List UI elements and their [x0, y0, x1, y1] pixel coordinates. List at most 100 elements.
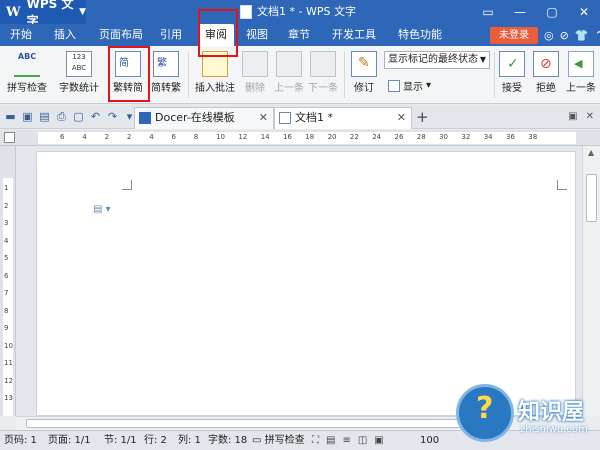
tab-page-layout[interactable]: 页面布局: [92, 24, 150, 46]
ruler-number: 34: [483, 133, 493, 141]
document-tab-bar: ▬ ▣ ▤ ⎙ ▢ ↶ ↷ ▾ Docer-在线模板 ✕ 文档1 * ✕ + ▣…: [0, 105, 600, 129]
close-icon[interactable]: ✕: [397, 108, 406, 128]
chevron-down-icon: ▼: [479, 55, 486, 64]
ribbon-divider: [344, 52, 345, 98]
settings-icon[interactable]: ⊘: [560, 29, 569, 42]
export-pdf-icon[interactable]: ▤: [38, 110, 51, 123]
close-button[interactable]: ✕: [568, 0, 600, 24]
vertical-ruler-number: 13: [4, 394, 13, 402]
watermark-title: 知识屋: [518, 400, 585, 425]
ruler-number: 4: [149, 133, 154, 141]
redo-icon[interactable]: ↷: [106, 110, 119, 123]
save-icon[interactable]: ▣: [21, 110, 34, 123]
status-spellcheck[interactable]: ▭ 拼写检查: [252, 431, 305, 450]
login-button[interactable]: 未登录: [490, 27, 538, 44]
status-word-count[interactable]: 字数: 18: [208, 431, 247, 450]
spellcheck-icon: ABC: [14, 51, 40, 77]
skin-icon[interactable]: 👕: [575, 29, 589, 42]
ruler-number: 26: [394, 133, 404, 141]
ribbon-review: ABC 拼写检查 123 ABC 字数统计 简 繁转简 繁 简转繁 插入批注 删…: [0, 46, 600, 104]
previous-comment-button[interactable]: 上一条: [272, 48, 306, 102]
show-button[interactable]: 显示 ▾: [388, 78, 431, 93]
delete-comment-button[interactable]: 删除: [238, 48, 272, 102]
app-menu-button[interactable]: W WPS 文字 ▼: [0, 0, 86, 28]
status-page-code: 页码: 1: [4, 435, 37, 446]
delete-label: 删除: [245, 83, 265, 94]
menu-icons: ◎ ⊘ 👕 ⌃: [544, 24, 600, 46]
paragraph-layout-icon[interactable]: ▤ ▾: [93, 204, 111, 215]
tab-view[interactable]: 视图: [242, 24, 272, 46]
window-title: 文档1 * - WPS 文字: [240, 0, 356, 24]
tab-document1[interactable]: 文档1 * ✕: [274, 107, 412, 129]
tab-stop-selector-icon[interactable]: [4, 132, 15, 143]
tab-references[interactable]: 引用: [156, 24, 186, 46]
vertical-scroll-thumb[interactable]: [586, 174, 597, 222]
print-preview-icon[interactable]: ▢: [72, 110, 85, 123]
help-icon[interactable]: ◎: [544, 29, 554, 42]
spellcheck-toggle-icon: ▭: [252, 435, 262, 446]
track-changes-button[interactable]: 修订: [348, 48, 380, 102]
next-label: 下一条: [308, 83, 338, 94]
simplified-to-traditional-label: 简转繁: [151, 83, 181, 94]
vertical-ruler-number: 6: [4, 271, 9, 280]
document-page[interactable]: ▤ ▾: [36, 151, 576, 416]
reject-icon: [533, 51, 559, 77]
vertical-scrollbar[interactable]: ▲: [582, 146, 600, 416]
horizontal-ruler[interactable]: 6 4 2 2 4 6 8 10 12 14 16 18 20 22 24 26 28 30 32 34 36 38: [0, 130, 600, 146]
restore-icon[interactable]: ▣: [568, 111, 577, 122]
collapse-ribbon-icon[interactable]: ⌃: [595, 29, 600, 42]
doc-title: 文档1 * - WPS 文字: [257, 5, 356, 18]
scroll-up-icon[interactable]: ▲: [588, 148, 594, 157]
word-count-button[interactable]: 123 ABC 字数统计: [56, 48, 102, 102]
word-count-label: 字数统计: [59, 83, 99, 94]
window-controls: ▭ — ▢ ✕: [472, 0, 600, 24]
tab-bar-controls: ▣ ✕: [568, 111, 594, 122]
close-icon[interactable]: ✕: [259, 108, 268, 128]
restore-view-button[interactable]: ▭: [472, 0, 504, 24]
status-pages[interactable]: 页面: 1/1: [48, 431, 91, 450]
print-icon[interactable]: ⎙: [55, 110, 68, 123]
show-label: 显示: [403, 82, 423, 93]
tab-home[interactable]: 开始: [4, 24, 38, 46]
chevron-down-icon: ▾: [426, 80, 432, 91]
page-view-icon[interactable]: ▤: [326, 435, 335, 446]
ribbon-divider: [188, 52, 189, 98]
minimize-button[interactable]: —: [504, 0, 536, 24]
reading-view-icon[interactable]: ▣: [374, 435, 383, 446]
open-folder-icon[interactable]: ▬: [4, 110, 17, 123]
watermark-logo: ? 知识屋 zhishiwu.com: [450, 384, 600, 450]
tab-docer-templates[interactable]: Docer-在线模板 ✕: [134, 107, 274, 129]
markup-display-value: 显示标记的最终状态: [388, 54, 478, 65]
margin-corner-mark: [122, 180, 132, 190]
next-comment-button[interactable]: 下一条: [306, 48, 340, 102]
tab-document1-label: 文档1 *: [295, 111, 333, 124]
tab-chapter[interactable]: 章节: [282, 24, 316, 46]
track-changes-label: 修订: [354, 83, 374, 94]
focus-mode-icon[interactable]: ⛶: [312, 435, 319, 446]
reject-button[interactable]: 拒绝: [530, 48, 562, 102]
add-tab-button[interactable]: +: [416, 108, 429, 126]
maximize-button[interactable]: ▢: [536, 0, 568, 24]
outline-view-icon[interactable]: ≡: [342, 435, 350, 446]
accept-label: 接受: [502, 83, 522, 94]
watermark-subtitle: zhishiwu.com: [520, 424, 588, 435]
markup-display-select[interactable]: 显示标记的最终状态 ▼: [384, 51, 490, 69]
tab-developer[interactable]: 开发工具: [326, 24, 382, 46]
undo-icon[interactable]: ↶: [89, 110, 102, 123]
spellcheck-button[interactable]: ABC 拼写检查: [4, 48, 50, 102]
web-view-icon[interactable]: ◫: [358, 435, 367, 446]
tab-insert[interactable]: 插入: [48, 24, 82, 46]
ruler-number: 2: [104, 133, 110, 141]
accept-button[interactable]: 接受: [496, 48, 528, 102]
question-mark-icon: ?: [456, 384, 514, 442]
previous-change-icon: [568, 51, 594, 77]
tab-special-features[interactable]: 特色功能: [390, 24, 450, 46]
zoom-level[interactable]: 100: [420, 431, 439, 450]
previous-change-button[interactable]: 上一条: [564, 48, 598, 102]
ruler-number: 16: [283, 133, 292, 141]
ribbon-divider: [494, 52, 495, 98]
simplified-to-traditional-button[interactable]: 繁 简转繁: [148, 48, 184, 102]
close-doc-icon[interactable]: ✕: [586, 111, 594, 122]
horizontal-scroll-thumb[interactable]: [26, 419, 506, 428]
vertical-ruler[interactable]: 1 2 3 4 5 6 7 8 9 10 11 12 13: [0, 146, 16, 416]
